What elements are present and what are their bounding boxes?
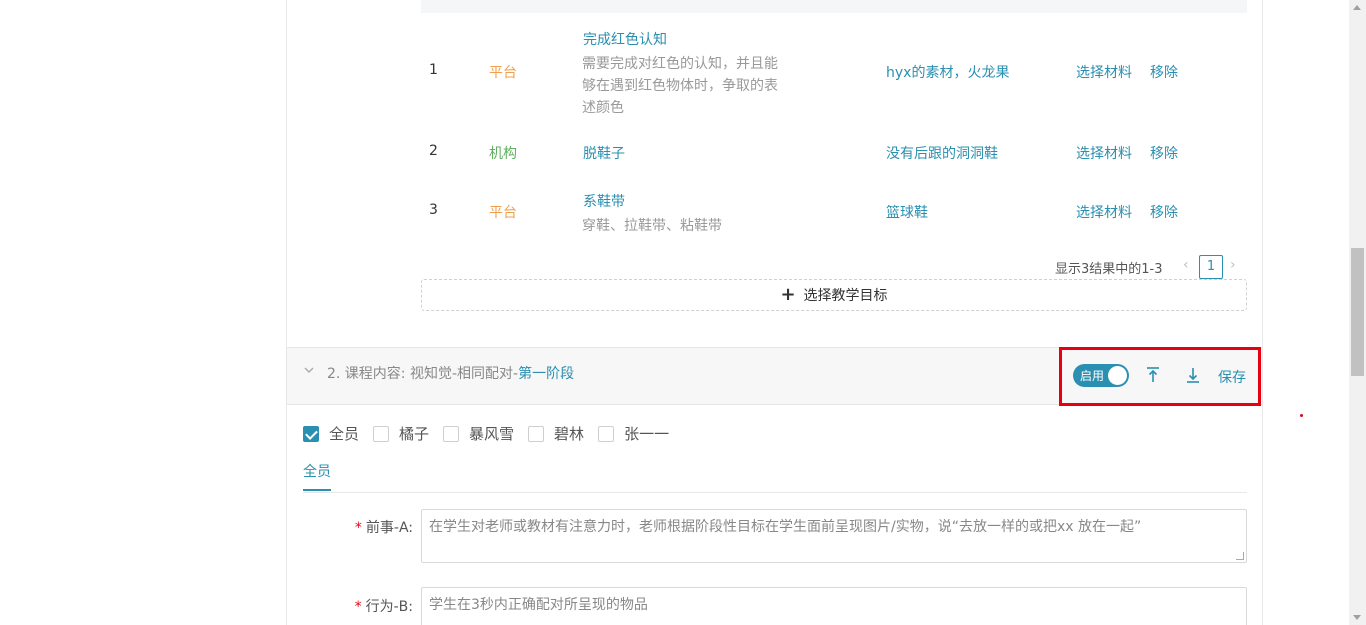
checkbox-icon[interactable] (598, 425, 615, 442)
row-source: 平台 (489, 65, 517, 81)
behavior-label: * 行为-B: (333, 596, 413, 616)
resize-handle-icon[interactable] (1236, 552, 1244, 560)
member-label: 张一一 (624, 425, 670, 443)
select-material-button[interactable]: 选择材料 (1076, 202, 1132, 222)
scroll-down-icon[interactable] (1353, 615, 1361, 620)
row-index: 3 (429, 202, 438, 218)
row-target-title[interactable]: 完成红色认知 (583, 29, 667, 49)
section-title-prefix: 2. 课程内容: 视知觉-相同配对- (327, 366, 519, 382)
remove-button[interactable]: 移除 (1150, 202, 1178, 222)
member-label: 全员 (329, 425, 360, 443)
member-checkbox[interactable]: 碧林 (528, 423, 584, 444)
remove-button[interactable]: 移除 (1150, 62, 1178, 82)
row-material[interactable]: 没有后跟的洞洞鞋 (886, 143, 998, 163)
checkbox-checked-icon[interactable] (303, 425, 319, 442)
checkbox-icon[interactable] (443, 425, 460, 442)
behavior-textarea[interactable]: 学生在3秒内正确配对所呈现的物品 (421, 587, 1247, 625)
antecedent-value: 在学生对老师或教材有注意力时，老师根据阶段性目标在学生面前呈现图片/实物，说“去… (429, 519, 1142, 535)
row-target-description: 需要完成对红色的认知，并且能够在遇到红色物体时，争取的表述颜色 (582, 56, 778, 116)
behavior-value: 学生在3秒内正确配对所呈现的物品 (429, 597, 648, 613)
select-material-button[interactable]: 选择材料 (1076, 62, 1132, 82)
member-checkbox-all[interactable]: 全员 (303, 423, 359, 444)
behavior-label-text: 行为-B: (365, 599, 413, 615)
select-material-button[interactable]: 选择材料 (1076, 143, 1132, 163)
antecedent-label-text: 前事-A: (365, 520, 413, 536)
member-label: 碧林 (554, 425, 585, 443)
tab-all[interactable]: 全员 (303, 461, 331, 491)
add-teaching-target-button[interactable]: + 选择教学目标 (421, 279, 1247, 311)
required-mark: * (354, 599, 362, 615)
chevron-down-icon[interactable] (303, 364, 315, 380)
section-title-stage[interactable]: 第一阶段 (518, 366, 574, 382)
row-target-title[interactable]: 脱鞋子 (583, 143, 625, 163)
chevron-right-icon[interactable]: › (1230, 257, 1236, 273)
row-source: 平台 (489, 205, 517, 221)
antecedent-label: * 前事-A: (333, 517, 413, 537)
member-checkbox[interactable]: 暴风雪 (443, 423, 514, 444)
member-checkbox[interactable]: 张一一 (598, 423, 669, 444)
chevron-left-icon[interactable]: ‹ (1183, 257, 1189, 273)
checkbox-icon[interactable] (373, 425, 390, 442)
remove-button[interactable]: 移除 (1150, 143, 1178, 163)
highlight-annotation-box (1059, 347, 1261, 406)
tab-divider (303, 492, 1247, 493)
row-index: 2 (429, 143, 438, 159)
row-material[interactable]: 篮球鞋 (886, 202, 928, 222)
scroll-up-icon[interactable] (1353, 5, 1361, 10)
member-label: 橘子 (399, 425, 430, 443)
section-title: 2. 课程内容: 视知觉-相同配对-第一阶段 (327, 363, 574, 383)
row-material[interactable]: hyx的素材，火龙果 (886, 62, 1009, 82)
row-target-description: 穿鞋、拉鞋带、粘鞋带 (582, 218, 722, 234)
add-teaching-target-label: 选择教学目标 (803, 288, 888, 304)
pagination-summary: 显示3结果中的1-3 (1055, 262, 1163, 277)
row-source: 机构 (489, 146, 517, 162)
table-header-strip (421, 0, 1247, 13)
row-target-title[interactable]: 系鞋带 (583, 191, 625, 211)
row-index: 1 (429, 62, 438, 78)
antecedent-textarea[interactable]: 在学生对老师或教材有注意力时，老师根据阶段性目标在学生面前呈现图片/实物，说“去… (421, 509, 1247, 563)
required-mark: * (354, 520, 362, 536)
checkbox-icon[interactable] (528, 425, 545, 442)
member-label: 暴风雪 (469, 425, 515, 443)
pagination-page-button[interactable]: 1 (1199, 255, 1223, 279)
scroll-thumb[interactable] (1351, 248, 1364, 376)
member-checkbox[interactable]: 橘子 (373, 423, 429, 444)
red-dot-marker (1300, 414, 1303, 417)
plus-icon: + (780, 284, 796, 305)
member-checkbox-group: 全员 橘子 暴风雪 碧林 张一一 (303, 423, 669, 444)
vertical-scrollbar[interactable] (1349, 0, 1366, 625)
